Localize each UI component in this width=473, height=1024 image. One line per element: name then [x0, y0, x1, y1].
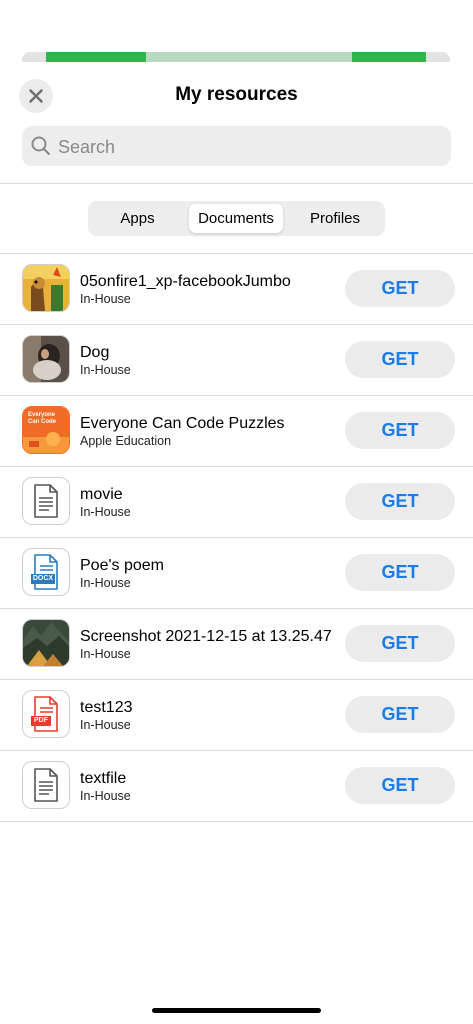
- list-item[interactable]: textfile In-House GET: [0, 751, 473, 822]
- thumbnail-image: [22, 761, 70, 809]
- get-button[interactable]: GET: [345, 412, 455, 449]
- document-name: test123: [80, 699, 133, 716]
- get-button[interactable]: GET: [345, 554, 455, 591]
- list-item[interactable]: movie In-House GET: [0, 467, 473, 538]
- document-name: Dog: [80, 344, 110, 361]
- thumbnail-image: [22, 264, 70, 312]
- tab-documents[interactable]: Documents: [189, 204, 283, 233]
- book-cover-text: Everyone Can Code: [28, 412, 57, 425]
- document-source: In-House: [80, 292, 131, 306]
- get-button[interactable]: GET: [345, 625, 455, 662]
- search-input[interactable]: [56, 126, 440, 168]
- pdf-label: PDF: [34, 717, 48, 724]
- list-item[interactable]: PDF test123 In-House GET: [0, 680, 473, 751]
- thumbnail-image: [22, 619, 70, 667]
- get-button[interactable]: GET: [345, 767, 455, 804]
- generic-document-icon: [34, 484, 58, 518]
- document-source: In-House: [80, 789, 131, 803]
- list-item[interactable]: 05onfire1_xp-facebookJumbo In-House GET: [0, 254, 473, 325]
- list-item[interactable]: Dog In-House GET: [0, 325, 473, 396]
- thumbnail-image: Everyone Can Code: [22, 406, 70, 454]
- document-source: Apple Education: [80, 434, 172, 448]
- search-bar[interactable]: [22, 126, 451, 168]
- dog-photo: [23, 336, 69, 382]
- get-button[interactable]: GET: [345, 341, 455, 378]
- page-title: My resources: [175, 84, 298, 105]
- document-name: Everyone Can Code Puzzles: [80, 415, 285, 432]
- thumbnail-image: PDF: [22, 690, 70, 738]
- document-name: textfile: [80, 770, 127, 787]
- thumbnail-image: DOCX: [22, 548, 70, 596]
- docx-label: DOCX: [32, 575, 54, 582]
- resources-sheet: My resources Apps Documents Profiles: [0, 62, 473, 1024]
- document-name: 05onfire1_xp-facebookJumbo: [80, 273, 291, 290]
- search-icon: [31, 136, 51, 156]
- home-indicator[interactable]: [152, 1008, 321, 1013]
- get-button[interactable]: GET: [345, 270, 455, 307]
- get-button[interactable]: GET: [345, 483, 455, 520]
- document-name: Poe's poem: [80, 557, 164, 574]
- generic-document-icon: [34, 768, 58, 802]
- list-item[interactable]: DOCX Poe's poem In-House GET: [0, 538, 473, 609]
- document-source: In-House: [80, 505, 131, 519]
- tab-segmented-control: Apps Documents Profiles: [88, 201, 385, 236]
- tab-profiles[interactable]: Profiles: [288, 204, 382, 233]
- cartoon-dog-fire-image: [23, 265, 69, 311]
- pdf-document-icon: [31, 696, 58, 732]
- thumbnail-image: [22, 477, 70, 525]
- document-source: In-House: [80, 363, 131, 377]
- landscape-screenshot: [23, 620, 69, 666]
- document-source: In-House: [80, 718, 131, 732]
- document-list: 05onfire1_xp-facebookJumbo In-House GET …: [0, 254, 473, 822]
- docx-document-icon: [31, 554, 58, 590]
- get-button[interactable]: GET: [345, 696, 455, 733]
- document-name: movie: [80, 486, 123, 503]
- divider: [0, 183, 473, 184]
- list-item[interactable]: Everyone Can Code Everyone Can Code Puzz…: [0, 396, 473, 467]
- list-item[interactable]: Screenshot 2021-12-15 at 13.25.47 In-Hou…: [0, 609, 473, 680]
- document-source: In-House: [80, 647, 131, 661]
- document-source: In-House: [80, 576, 131, 590]
- document-name: Screenshot 2021-12-15 at 13.25.47: [80, 628, 332, 645]
- tab-apps[interactable]: Apps: [91, 204, 184, 233]
- thumbnail-image: [22, 335, 70, 383]
